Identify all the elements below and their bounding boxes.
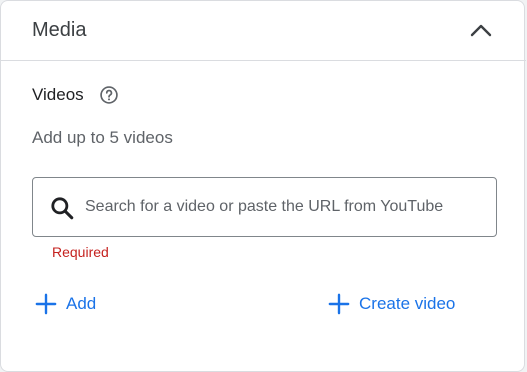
video-search-field[interactable]	[32, 177, 497, 237]
videos-section-title: Videos	[32, 85, 84, 104]
panel-title: Media	[32, 19, 87, 41]
help-circle-icon	[100, 86, 118, 104]
create-video-label: Create video	[359, 294, 456, 313]
collapse-button[interactable]	[465, 15, 497, 47]
create-video-button[interactable]: Create video	[328, 289, 455, 319]
plus-icon	[35, 293, 57, 315]
video-search-input[interactable]	[85, 190, 485, 224]
required-error: Required	[52, 244, 109, 260]
help-button[interactable]	[99, 85, 119, 105]
chevron-up-icon	[470, 24, 492, 37]
add-video-label: Add	[66, 294, 97, 313]
search-icon	[51, 197, 74, 220]
add-video-button[interactable]: Add	[35, 289, 96, 319]
media-panel: Media Videos Add up to 5 videos Required…	[0, 0, 526, 372]
videos-hint: Add up to 5 videos	[32, 128, 173, 147]
plus-icon	[328, 293, 350, 315]
panel-header[interactable]: Media	[1, 1, 526, 61]
